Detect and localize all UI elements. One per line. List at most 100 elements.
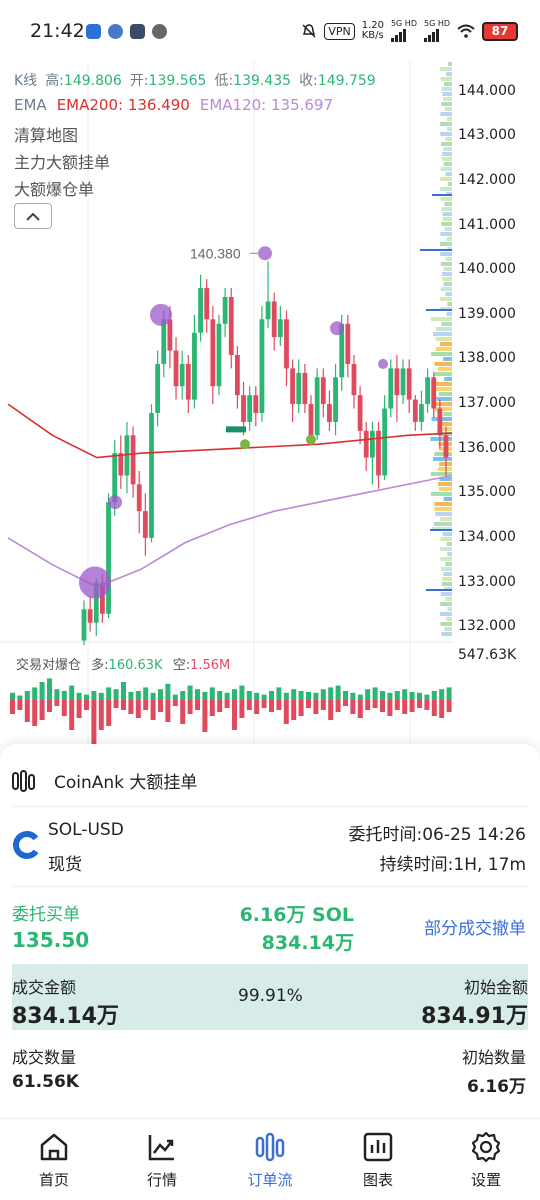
depth-bar: [441, 102, 452, 106]
depth-bar: [443, 412, 452, 416]
depth-bar: [440, 122, 452, 126]
initial-amount-value: 834.91万: [421, 1004, 528, 1029]
long-liquidation-bar: [365, 689, 371, 700]
depth-bar: [440, 187, 452, 191]
depth-bar: [443, 357, 452, 361]
long-liquidation-bar: [409, 691, 415, 700]
order-time: 委托时间:06-25 14:26: [348, 825, 526, 845]
depth-bar: [435, 337, 452, 341]
liquidation-bubble: [108, 495, 122, 510]
candle-body: [155, 363, 161, 413]
long-liquidation-bar: [143, 687, 149, 700]
open-readout: 开:139.565: [130, 70, 207, 90]
depth-bar: [440, 557, 452, 561]
home-icon: [40, 1133, 68, 1161]
depth-bar: [434, 362, 452, 366]
long-liquidation-bar: [417, 692, 422, 700]
depth-bar: [441, 222, 452, 226]
depth-bar: [436, 397, 452, 401]
depth-bar: [438, 487, 452, 491]
long-liquidation-bar: [113, 689, 119, 700]
signal-bars-icon: [423, 28, 450, 42]
short-liquidation-bar: [350, 700, 356, 714]
filled-qty-label: 成交数量: [12, 1048, 77, 1067]
layer-large-liquidations[interactable]: 大额爆仓单: [14, 176, 94, 200]
depth-bar: [442, 152, 452, 156]
short-liquidation-bar: [417, 700, 422, 708]
small-bubble: [240, 439, 250, 450]
long-liquidation-bar: [254, 692, 260, 700]
short-liquidation-bar: [135, 700, 141, 718]
candle-body: [136, 484, 142, 512]
candle-body: [179, 363, 185, 387]
short-liquidation-bar: [61, 700, 67, 716]
depth-bar: [448, 62, 452, 66]
liquidation-short-value: 1.56M: [190, 658, 231, 673]
long-liquidation-bar: [121, 682, 126, 700]
nav-order-flow[interactable]: 订单流: [216, 1119, 324, 1200]
ema-legend[interactable]: EMA EMA200: 136.490 EMA120: 135.697: [14, 96, 333, 114]
price-tick-label: 135.000: [458, 484, 516, 501]
short-liquidation-bar: [224, 700, 230, 708]
depth-bar: [434, 387, 452, 391]
nav-market-label: 行情: [146, 1171, 177, 1189]
notification-icons: [86, 24, 167, 39]
collapse-layers-button[interactable]: [14, 203, 52, 229]
short-liquidation-bar: [24, 700, 30, 722]
ema200-legend: EMA200: 136.490: [56, 96, 190, 114]
depth-bar: [438, 482, 452, 486]
long-liquidation-bar: [217, 691, 223, 700]
order-flow-icon: [255, 1132, 285, 1162]
candle-body: [259, 319, 265, 413]
candle-body: [345, 323, 351, 364]
short-liquidation-bar: [269, 700, 274, 712]
long-liquidation-bar: [187, 685, 193, 700]
candle-body: [369, 430, 375, 458]
short-liquidation-bar: [239, 700, 245, 718]
liquidation-title: 交易对爆仓: [16, 658, 82, 673]
depth-bar: [440, 567, 452, 571]
depth-bar: [446, 542, 452, 546]
depth-bar: [446, 617, 452, 621]
candle-body: [81, 609, 87, 641]
order-quantity: 6.16万 SOL: [239, 904, 354, 926]
depth-bar: [443, 97, 452, 101]
depth-bar: [440, 602, 452, 606]
depth-bar: [441, 322, 452, 326]
small-bubble: [306, 434, 316, 445]
nav-settings[interactable]: 设置: [432, 1119, 540, 1200]
candle-body: [204, 288, 210, 320]
nav-home[interactable]: 首页: [0, 1119, 108, 1200]
depth-bar: [442, 212, 452, 216]
price-tick-label: 138.000: [458, 350, 516, 367]
net-speed: 1.20 KB/s: [362, 21, 384, 41]
nav-charts[interactable]: 图表: [324, 1119, 432, 1200]
depth-bar: [434, 502, 452, 506]
long-liquidation-bar: [328, 687, 334, 700]
short-liquidation-bar: [298, 700, 304, 716]
system-status: VPN 1.20 KB/s 5G HD 5G HD 87: [301, 20, 518, 42]
depth-bar: [440, 517, 452, 521]
depth-bar: [440, 232, 452, 236]
short-liquidation-bar: [431, 700, 437, 716]
long-liquidation-bar: [232, 689, 237, 700]
filled-amount-value: 834.14万: [12, 1004, 119, 1029]
depth-bar: [443, 147, 452, 151]
short-liquidation-bar: [217, 700, 223, 712]
nav-market[interactable]: 行情: [108, 1119, 216, 1200]
depth-bar: [434, 507, 452, 511]
long-liquidation-bar: [320, 689, 326, 700]
nav-settings-label: 设置: [470, 1171, 501, 1189]
short-liquidation-bar: [246, 700, 252, 710]
long-liquidation-bar: [357, 694, 363, 700]
short-liquidation-bar: [439, 700, 445, 718]
layer-large-orders[interactable]: 主力大额挂单: [14, 149, 110, 173]
short-liquidation-bar: [121, 700, 126, 710]
short-liquidation-bar: [17, 700, 23, 710]
layer-liquidation-heatmap[interactable]: 清算地图: [14, 122, 78, 146]
short-liquidation-bar: [372, 700, 378, 708]
low-readout: 低:139.435: [214, 70, 291, 90]
candle-body: [210, 319, 216, 387]
long-liquidation-bar: [69, 685, 75, 700]
short-liquidation-bar: [261, 700, 267, 708]
